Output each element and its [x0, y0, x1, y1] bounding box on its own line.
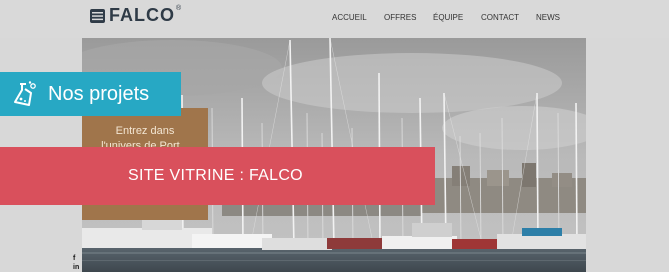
social-links: f in [73, 254, 79, 272]
nav-equipe[interactable]: ÉQUIPE [433, 13, 463, 22]
projects-label: Nos projets [48, 82, 150, 105]
projects-badge[interactable]: Nos projets [0, 72, 181, 116]
cta-line-1: Entrez dans [115, 125, 175, 137]
site-title-banner: SITE VITRINE : FALCO [0, 147, 435, 205]
logo-text: FALCO [109, 5, 175, 25]
top-bar: FALCO ® ACCUEIL OFFRES ÉQUIPE CONTACT NE… [0, 0, 669, 38]
nav-news[interactable]: NEWS [536, 13, 560, 22]
logo-mark-icon [90, 8, 105, 23]
nav-accueil[interactable]: ACCUEIL [332, 13, 367, 22]
linkedin-icon[interactable]: in [73, 263, 79, 272]
nav-contact[interactable]: CONTACT [481, 13, 519, 22]
site-title: SITE VITRINE : FALCO [128, 167, 303, 184]
logo-registered-mark: ® [176, 5, 182, 12]
falco-logo[interactable]: FALCO ® [90, 5, 181, 26]
flask-icon [14, 81, 36, 106]
facebook-icon[interactable]: f [73, 254, 79, 263]
nav-offres[interactable]: OFFRES [384, 13, 416, 22]
